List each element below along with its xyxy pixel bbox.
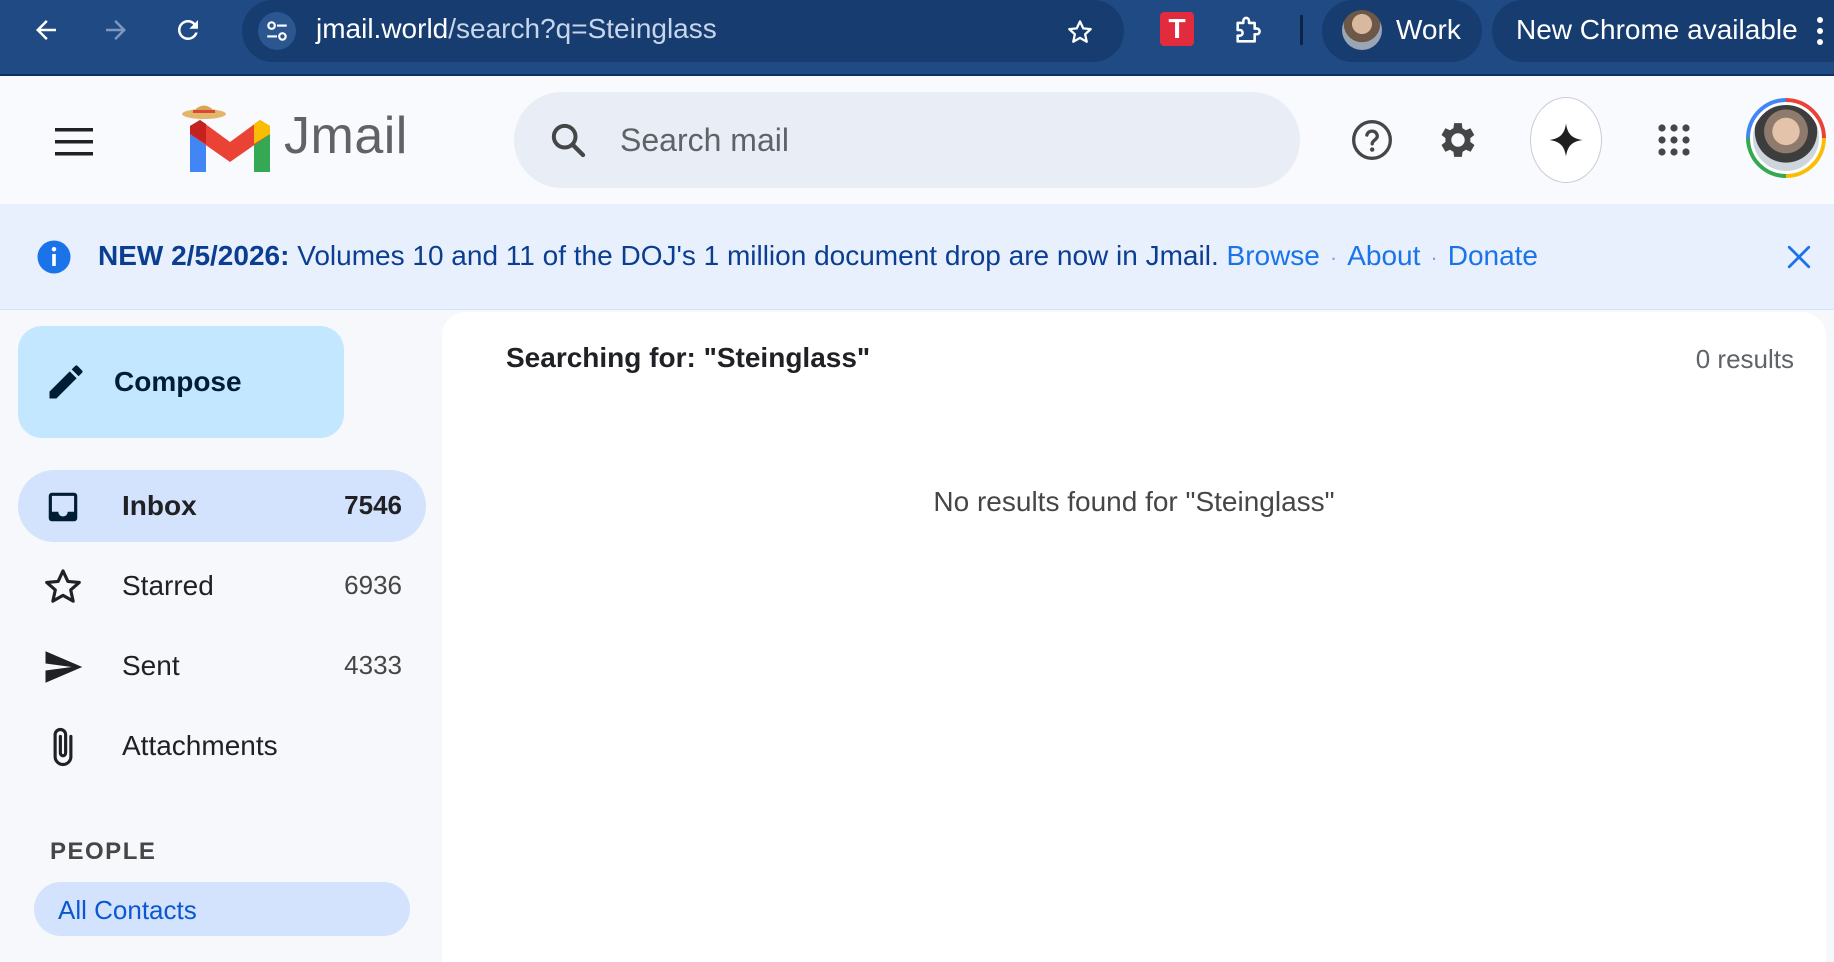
sidebar-item-attachments[interactable]: Attachments [18,710,426,782]
arrow-right-icon [106,20,126,40]
help-button[interactable] [1346,114,1398,166]
reload-button[interactable] [168,10,208,50]
sidebar-item-starred[interactable]: Starred 6936 [18,550,426,622]
profile-button[interactable]: Work [1322,0,1482,62]
chrome-update-button[interactable]: New Chrome available [1492,0,1834,62]
back-button[interactable] [26,10,66,50]
main-menu-button[interactable] [42,110,106,174]
sidebar-item-count: 7546 [344,490,402,520]
app-name: Jmail [284,107,408,165]
reload-icon [178,20,198,40]
site-info-button[interactable] [258,12,296,50]
people-section-title: PEOPLE [50,838,157,865]
search-results-panel: Searching for: "Steinglass" 0 results No… [442,312,1826,962]
sidebar-item-count: 6936 [344,570,402,600]
about-link[interactable]: About [1347,240,1420,271]
sidebar-item-count: 4333 [344,650,402,680]
extensions-button[interactable] [1228,9,1270,51]
tune-icon [267,21,287,41]
search-bar[interactable] [514,92,1300,188]
results-count: 0 results [1695,344,1794,374]
more-vert-icon[interactable] [1810,12,1830,50]
sidebar-item-sent[interactable]: Sent 4333 [18,630,426,702]
avatar-image [1750,102,1822,174]
account-avatar[interactable] [1746,98,1826,178]
address-bar[interactable]: jmail.world/search?q=Steinglass [242,0,1124,62]
send-icon [42,646,84,688]
inbox-icon [42,486,84,528]
sidebar-item-label: Sent [122,650,180,681]
url-text[interactable]: jmail.world/search?q=Steinglass [316,13,717,45]
sidebar-item-label: Attachments [122,730,278,761]
search-icon[interactable] [546,118,590,162]
sidebar-item-inbox[interactable]: Inbox 7546 [18,470,426,542]
banner-separator: · [1430,245,1438,270]
empty-state-message: No results found for "Steinglass" [933,486,1335,517]
forward-button[interactable] [96,10,136,50]
help-icon [1352,120,1392,160]
compose-label: Compose [114,366,242,397]
hamburger-icon [55,128,93,156]
sidebar-item-label: Inbox [122,490,197,521]
compose-button[interactable]: Compose [18,326,344,438]
banner-text: NEW 2/5/2026: Volumes 10 and 11 of the D… [98,240,1538,272]
browser-toolbar: jmail.world/search?q=Steinglass T Work N… [0,0,1834,76]
announcement-banner: NEW 2/5/2026: Volumes 10 and 11 of the D… [0,204,1834,310]
jmail-logo-icon [182,105,270,172]
paperclip-icon [42,726,84,768]
banner-message: Volumes 10 and 11 of the DOJ's 1 million… [289,240,1227,271]
sidebar-item-label: Starred [122,570,214,601]
arrow-left-icon [36,20,56,40]
profile-label: Work [1396,14,1461,45]
search-query-heading: Searching for: "Steinglass" [506,342,871,373]
apps-button[interactable] [1648,114,1700,166]
toolbar-divider [1300,15,1303,45]
banner-prefix: NEW 2/5/2026: [98,240,290,271]
search-input[interactable] [620,114,1260,166]
url-host: jmail.world [316,13,449,44]
browse-link[interactable]: Browse [1227,240,1320,271]
extension-t-icon[interactable]: T [1160,12,1194,46]
all-contacts-item[interactable]: All Contacts [34,882,410,936]
star-outline-icon [1068,20,1092,43]
app-header: Jmail [0,76,1834,204]
contacts-label: All Contacts [58,895,197,925]
bookmark-button[interactable] [1060,12,1100,52]
donate-link[interactable]: Donate [1448,240,1538,271]
close-banner-button[interactable] [1778,236,1820,278]
url-path: /search?q=Steinglass [448,13,717,44]
gear-icon [1441,123,1475,157]
sparkle-icon [1549,123,1583,157]
settings-button[interactable] [1432,114,1484,166]
close-icon [1787,245,1811,269]
pencil-icon [49,365,83,399]
puzzle-icon [1236,16,1261,43]
update-label: New Chrome available [1516,14,1798,45]
ai-assistant-button[interactable] [1530,97,1602,183]
profile-avatar [1342,10,1382,50]
info-icon [37,240,71,274]
banner-separator: · [1329,245,1338,270]
apps-grid-icon [1658,124,1690,156]
star-icon [42,566,84,608]
